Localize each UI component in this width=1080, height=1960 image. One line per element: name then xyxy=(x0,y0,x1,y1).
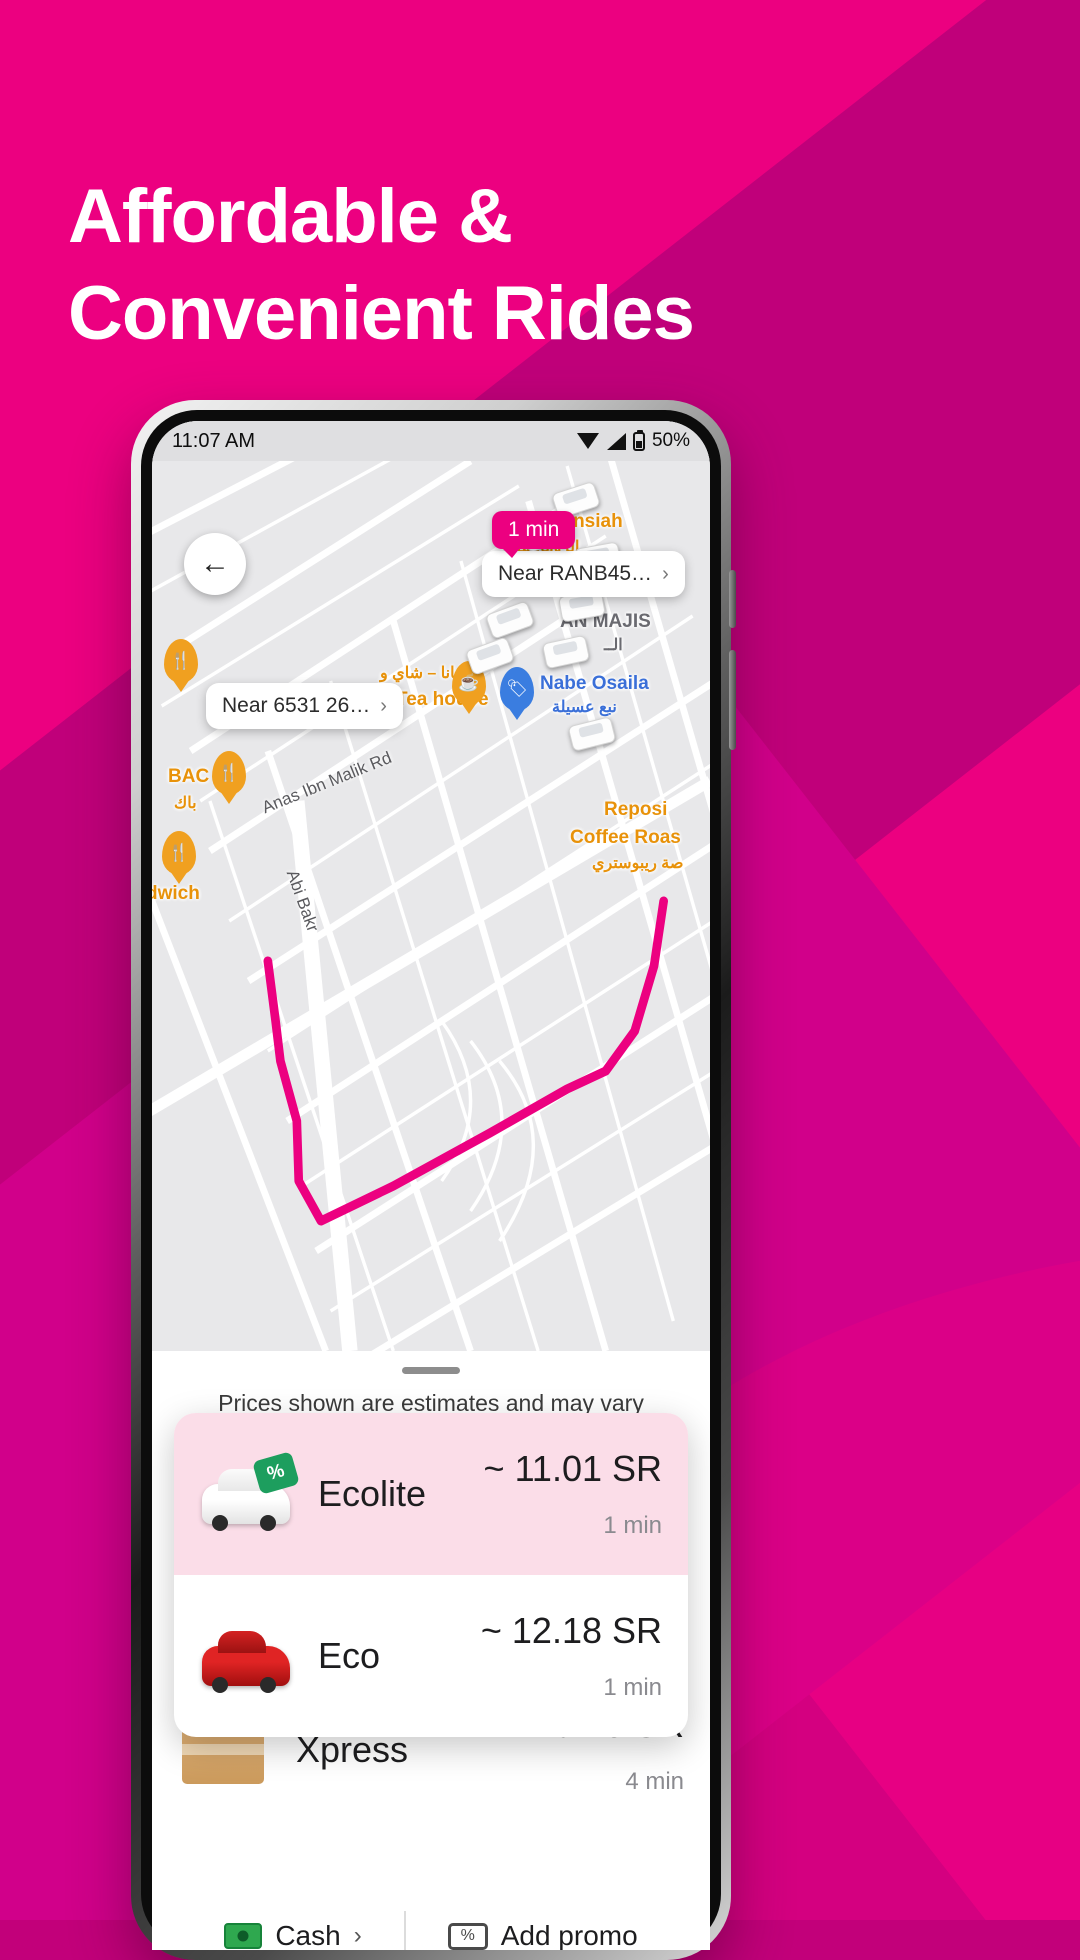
status-icons: 50% xyxy=(576,429,690,452)
map-pin-restaurant-3[interactable]: 🍴 xyxy=(162,831,196,875)
phone-mockup: 11:07 AM 50% AN MAJIS الــ Nabe Osaila ن… xyxy=(131,400,736,1960)
battery-percent: 50% xyxy=(651,430,690,451)
ride-price: ~ 11.01 SR xyxy=(483,1448,662,1489)
ride-eta: 1 min xyxy=(603,1512,662,1539)
phone-screen: 11:07 AM 50% AN MAJIS الــ Nabe Osaila ن… xyxy=(152,421,710,1950)
pickup-eta-badge: 1 min xyxy=(492,511,576,558)
ride-option-eco[interactable]: Eco ~ 12.18 SR 1 min xyxy=(174,1575,688,1737)
ride-option-ecolite[interactable]: % Ecolite ~ 11.01 SR 1 min xyxy=(174,1413,688,1575)
phone-bezel: 11:07 AM 50% AN MAJIS الــ Nabe Osaila ن… xyxy=(141,410,721,1950)
headline-line-1: Affordable & xyxy=(68,174,513,259)
poi-an-majis-ar: الــ xyxy=(604,637,623,654)
ride-pricing: ~ 12.18 SR 1 min xyxy=(481,1610,662,1702)
ride-name: Eco xyxy=(318,1635,381,1676)
poi-nabe-osaila: Nabe Osaila xyxy=(540,673,649,694)
discount-percent-icon: % xyxy=(252,1451,300,1495)
back-arrow-icon: ← xyxy=(200,547,230,580)
sheet-drag-handle[interactable] xyxy=(402,1367,460,1374)
back-button[interactable]: ← xyxy=(184,533,246,595)
poi-coffee-roas: Coffee Roas xyxy=(570,827,681,848)
ride-name: Ecolite xyxy=(318,1473,427,1514)
phone-volume-button[interactable] xyxy=(729,570,736,628)
promo-headline: Affordable & Convenient Rides xyxy=(68,168,928,363)
ride-eta: 4 min xyxy=(625,1768,684,1795)
dropoff-address-text: Near 6531 26… xyxy=(222,694,371,717)
status-time: 11:07 AM xyxy=(172,429,256,452)
poi-bac: BAC xyxy=(168,766,210,787)
payment-method-cash[interactable]: Cash › xyxy=(182,1920,403,1950)
signal-icon xyxy=(606,432,626,450)
ride-eta: 1 min xyxy=(603,1674,662,1701)
map-pin-destination[interactable]: 🏷 xyxy=(500,667,534,711)
map-view[interactable]: Al Romansiah الرومانسية AN MAJIS الــ Na… xyxy=(152,421,710,1351)
white-car-icon: % xyxy=(198,1451,300,1532)
red-car-icon xyxy=(198,1618,294,1694)
status-bar: 11:07 AM 50% xyxy=(152,421,710,461)
payment-method-label: Cash xyxy=(275,1920,341,1950)
ride-selection-sheet: Prices shown are estimates and may vary … xyxy=(152,1351,710,1950)
map-pin-restaurant-1[interactable]: 🍴 xyxy=(164,639,198,683)
add-promo-label: Add promo xyxy=(500,1920,638,1950)
pickup-address-text: Near RANB45… xyxy=(498,562,653,585)
map-pin-restaurant-2[interactable]: 🍴 xyxy=(212,751,246,795)
add-promo-button[interactable]: Add promo xyxy=(406,1920,680,1950)
chevron-right-icon: › xyxy=(662,562,669,585)
phone-power-button[interactable] xyxy=(729,650,736,750)
headline-line-2: Convenient Rides xyxy=(68,271,695,357)
ride-pricing: ~ 11.01 SR 1 min xyxy=(484,1448,662,1540)
poi-bac-ar: باك xyxy=(174,795,197,812)
poi-dwich: dwich xyxy=(152,883,200,904)
wifi-icon xyxy=(576,432,599,450)
chevron-right-icon: › xyxy=(353,1922,362,1949)
ride-price: ~ 12.18 SR xyxy=(480,1610,662,1651)
promo-ticket-icon xyxy=(447,1922,488,1950)
cash-icon xyxy=(224,1923,263,1949)
battery-icon xyxy=(632,429,645,451)
poi-coffee-roas-ar: صة ريبوستري xyxy=(592,855,684,872)
dropoff-address-pill[interactable]: Near 6531 26… › xyxy=(206,683,403,729)
ride-options-card: % Ecolite ~ 11.01 SR 1 min Eco ~ 12.18 S… xyxy=(174,1413,688,1737)
chevron-right-icon: › xyxy=(380,694,387,717)
poi-reposi: Reposi xyxy=(604,799,668,820)
payment-options-row: Cash › Add promo xyxy=(152,1911,710,1950)
poi-nabe-osaila-ar: نبع عسيلة xyxy=(552,699,617,716)
